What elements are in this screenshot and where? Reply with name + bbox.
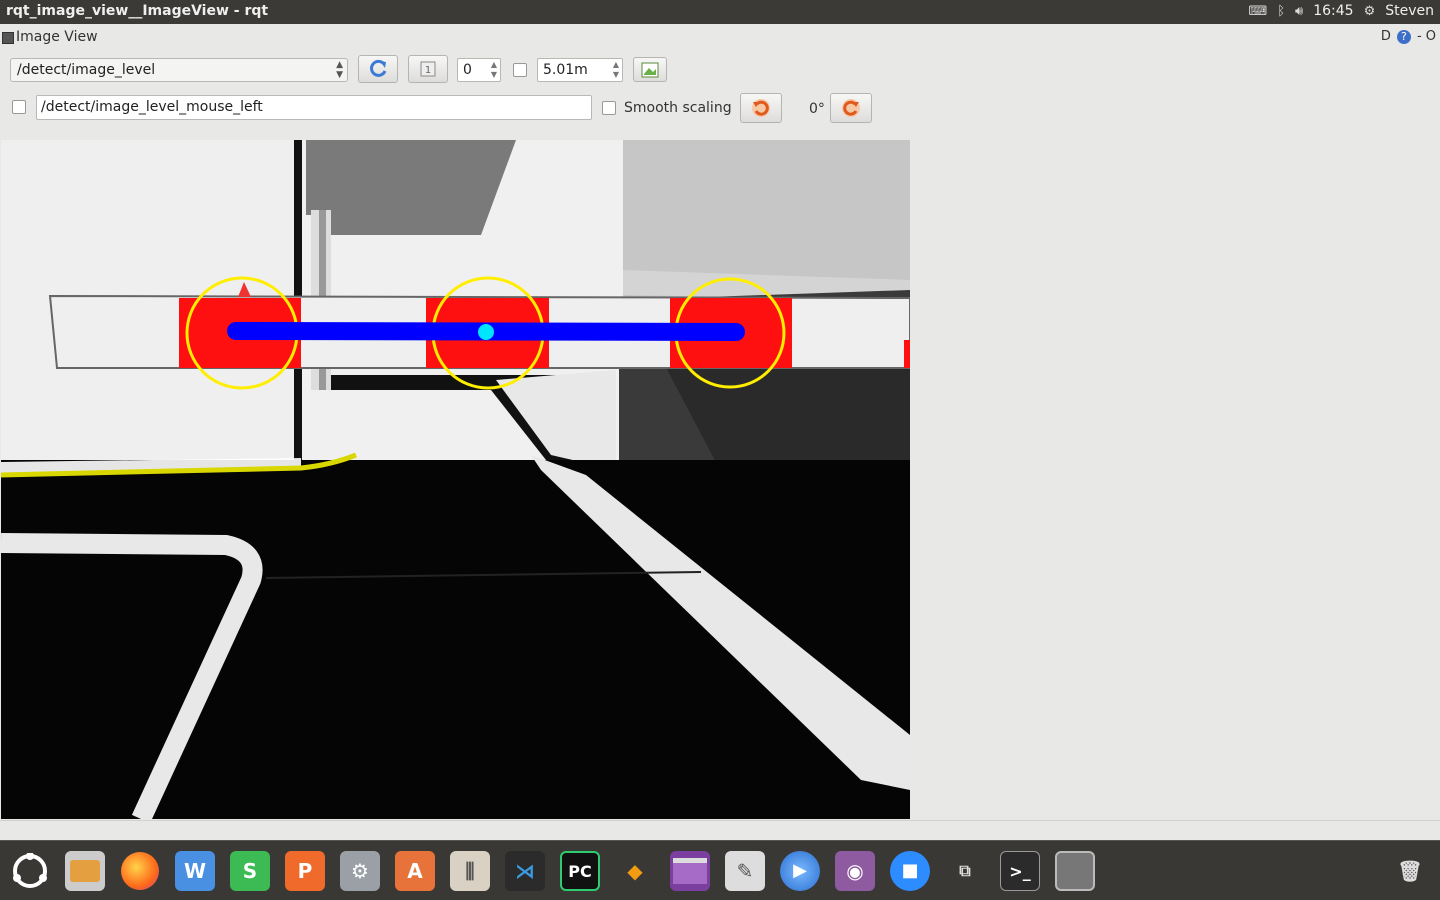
save-image-icon xyxy=(641,62,659,77)
topic-value: /detect/image_level xyxy=(17,62,156,78)
keyboard-icon[interactable]: ⌨ xyxy=(1248,4,1267,19)
zoom-original-icon: 1 xyxy=(420,61,436,77)
spin-arrows-icon: ▲ ▼ xyxy=(490,60,497,79)
wps-writer-icon[interactable]: W xyxy=(175,851,215,891)
topic-select[interactable]: /detect/image_level ▲ ▼ xyxy=(10,58,348,82)
max-range-value: 5.01m xyxy=(543,62,588,78)
software-center-icon[interactable]: A xyxy=(395,851,435,891)
system-settings-icon[interactable]: ⚙ xyxy=(340,851,380,891)
mouse-topic-field[interactable]: /detect/image_level_mouse_left xyxy=(36,95,592,120)
workspace-switcher-icon[interactable]: ⧉ xyxy=(945,851,985,891)
clock[interactable]: 16:45 xyxy=(1313,3,1353,19)
svg-text:1: 1 xyxy=(425,65,431,76)
dock-float-icon[interactable] xyxy=(2,32,14,44)
mouse-topic-value: /detect/image_level_mouse_left xyxy=(41,99,263,115)
rotate-right-button[interactable] xyxy=(830,93,872,123)
camera-image[interactable] xyxy=(1,140,910,819)
trash-icon[interactable]: 🗑︎ xyxy=(1390,851,1430,891)
media-player-icon[interactable]: ▶ xyxy=(780,851,820,891)
rotation-label: 0° xyxy=(809,101,825,117)
status-strip xyxy=(0,820,1440,840)
firefox-icon[interactable] xyxy=(120,851,160,891)
max-range-spinbox[interactable]: 5.01m ▲ ▼ xyxy=(537,58,623,82)
rotate-left-button[interactable] xyxy=(740,93,782,123)
video-icon[interactable]: ◉ xyxy=(835,851,875,891)
mixer-icon[interactable]: ⫼ xyxy=(450,851,490,891)
refresh-button[interactable] xyxy=(358,55,398,83)
dock-buttons: D ? - O xyxy=(1381,29,1436,44)
wps-spreadsheets-icon[interactable]: S xyxy=(230,851,270,891)
image-view[interactable] xyxy=(1,140,910,819)
dock-title: Image View xyxy=(16,29,98,45)
gridlines-value: 0 xyxy=(463,62,472,78)
spin-arrows-icon: ▲ ▼ xyxy=(612,60,619,79)
num-gridlines-spinbox[interactable]: 0 ▲ ▼ xyxy=(457,58,501,82)
pycharm-icon[interactable]: PC xyxy=(560,851,600,891)
save-image-button[interactable] xyxy=(633,57,667,82)
ubuntu-icon[interactable] xyxy=(10,851,50,891)
gear-icon[interactable]: ⚙ xyxy=(1364,4,1376,19)
dynamic-range-checkbox[interactable] xyxy=(513,63,527,77)
zoom-icon[interactable]: ■ xyxy=(890,851,930,891)
system-tray: ⌨ ᛒ 🔊︎ 16:45 ⚙ Steven xyxy=(1248,3,1434,19)
image-viewer-icon[interactable]: ✎ xyxy=(725,851,765,891)
dock-config-button[interactable]: D xyxy=(1381,29,1391,44)
blank-window-icon[interactable] xyxy=(1055,851,1095,891)
zoom-1-button[interactable]: 1 xyxy=(408,55,448,83)
dock-close-button[interactable]: - O xyxy=(1417,29,1436,44)
vscode-icon[interactable]: ⋊ xyxy=(505,851,545,891)
wps-presentation-icon[interactable]: P xyxy=(285,851,325,891)
smooth-scaling-checkbox[interactable] xyxy=(602,101,616,115)
window-title: rqt_image_view__ImageView - rqt xyxy=(6,3,269,19)
system-top-bar: rqt_image_view__ImageView - rqt ⌨ ᛒ 🔊︎ 1… xyxy=(0,0,1440,24)
bluetooth-icon[interactable]: ᛒ xyxy=(1277,4,1285,19)
refresh-icon xyxy=(370,59,387,77)
publish-mouse-checkbox[interactable] xyxy=(12,100,26,114)
sublime-icon[interactable]: ◆ xyxy=(615,851,655,891)
chevron-updown-icon: ▲ ▼ xyxy=(336,60,343,80)
dock-header: Image View D ? - O xyxy=(0,26,1440,50)
terminal-icon[interactable]: >_ xyxy=(1000,851,1040,891)
rotate-left-icon xyxy=(752,99,770,117)
smooth-scaling-label: Smooth scaling xyxy=(624,100,732,116)
help-icon[interactable]: ? xyxy=(1396,29,1411,44)
volume-icon[interactable]: 🔊︎ xyxy=(1295,4,1303,19)
rotate-right-icon xyxy=(842,99,860,117)
window-icon[interactable] xyxy=(670,851,710,891)
files-icon[interactable] xyxy=(65,851,105,891)
launcher: W S P ⚙ A ⫼ ⋊ PC ◆ ✎ ▶ ◉ ■ ⧉ >_ 🗑︎ xyxy=(0,840,1440,900)
user-name[interactable]: Steven xyxy=(1385,3,1434,19)
